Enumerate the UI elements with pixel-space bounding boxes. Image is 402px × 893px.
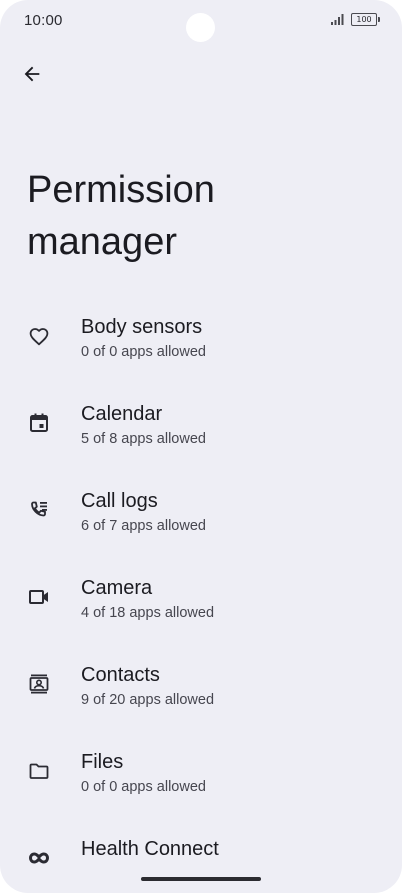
battery-level: 100 bbox=[351, 13, 377, 26]
permission-label: Call logs bbox=[81, 490, 158, 512]
permission-item-health-connect[interactable]: Health Connect bbox=[0, 827, 402, 893]
arrow-back-icon bbox=[24, 66, 40, 82]
status-icons: 100 bbox=[331, 13, 380, 26]
call-log-icon bbox=[31, 501, 47, 517]
back-button[interactable] bbox=[14, 56, 50, 92]
permission-item-camera[interactable]: Camera 4 of 18 apps allowed bbox=[0, 566, 402, 653]
permission-summary: 0 of 0 apps allowed bbox=[81, 344, 206, 360]
status-time: 10:00 bbox=[24, 12, 63, 29]
permission-item-contacts[interactable]: Contacts 9 of 20 apps allowed bbox=[0, 653, 402, 740]
camera-icon bbox=[29, 590, 48, 604]
permission-label: Camera bbox=[81, 577, 153, 599]
health-connect-icon bbox=[28, 852, 50, 864]
permission-label: Health Connect bbox=[81, 838, 219, 860]
permission-summary: 5 of 8 apps allowed bbox=[81, 431, 206, 447]
permission-list: Body sensors 0 of 0 apps allowed Calenda… bbox=[0, 305, 402, 893]
permission-summary: 4 of 18 apps allowed bbox=[81, 605, 215, 621]
gesture-navigation-bar[interactable] bbox=[141, 877, 261, 881]
page-title: Permission manager bbox=[27, 169, 215, 263]
permission-item-files[interactable]: Files 0 of 0 apps allowed bbox=[0, 740, 402, 827]
permission-summary: 0 of 0 apps allowed bbox=[81, 779, 206, 795]
permission-label: Files bbox=[81, 751, 124, 773]
permission-label: Contacts bbox=[81, 664, 160, 686]
battery-icon: 100 bbox=[351, 13, 380, 26]
permission-summary: 6 of 7 apps allowed bbox=[81, 518, 206, 534]
heart-icon bbox=[29, 328, 49, 346]
permission-label: Calendar bbox=[81, 403, 163, 425]
permission-item-body-sensors[interactable]: Body sensors 0 of 0 apps allowed bbox=[0, 305, 402, 392]
battery-tip bbox=[378, 17, 380, 22]
camera-cutout bbox=[186, 13, 215, 42]
permission-item-calendar[interactable]: Calendar 5 of 8 apps allowed bbox=[0, 392, 402, 479]
permission-summary: 9 of 20 apps allowed bbox=[81, 692, 215, 708]
permission-item-call-logs[interactable]: Call logs 6 of 7 apps allowed bbox=[0, 479, 402, 566]
calendar-icon bbox=[30, 413, 48, 432]
folder-icon bbox=[29, 763, 49, 779]
permission-label: Body sensors bbox=[81, 316, 203, 338]
permission-manager-screen: 10:00 100 Permission manager Body sensor… bbox=[0, 0, 402, 893]
signal-icon bbox=[331, 14, 344, 25]
contacts-icon bbox=[29, 674, 49, 694]
status-bar: 10:00 100 bbox=[0, 0, 402, 42]
